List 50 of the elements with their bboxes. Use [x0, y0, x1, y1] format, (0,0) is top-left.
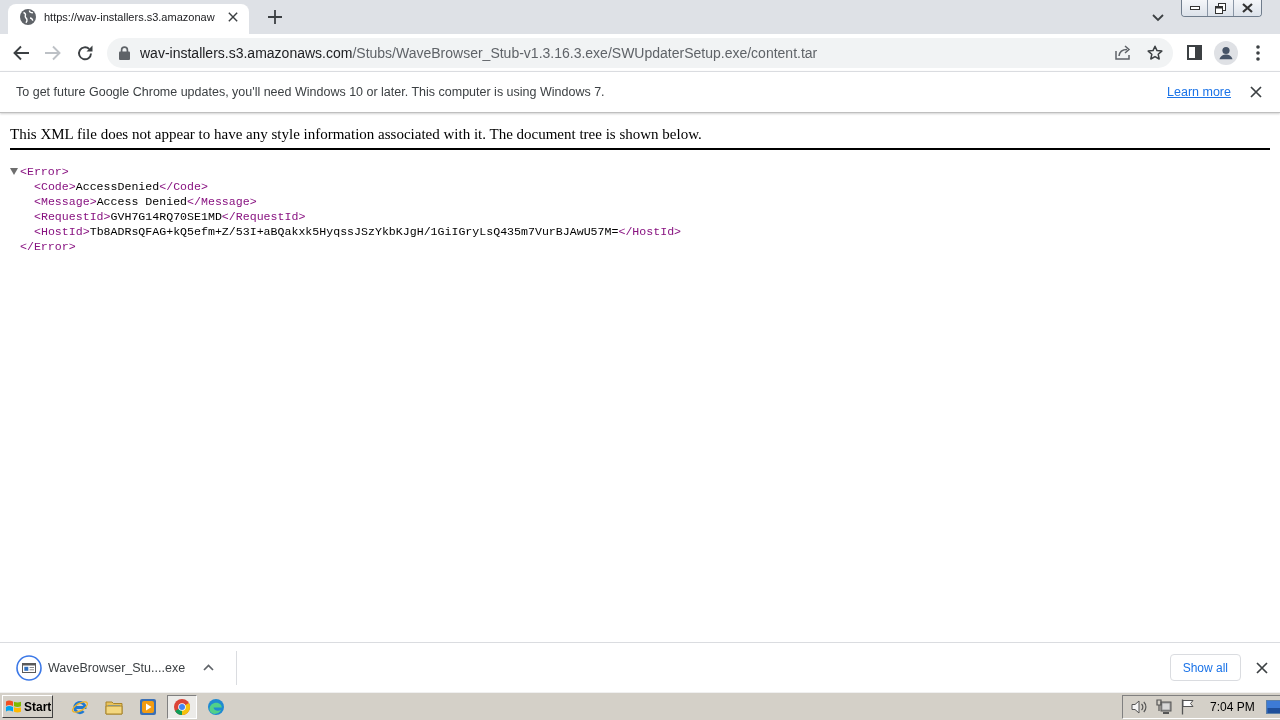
flag-icon	[1181, 698, 1195, 715]
arrow-right-icon	[45, 44, 61, 61]
learn-more-link[interactable]: Learn more	[1167, 85, 1231, 99]
edge-icon	[207, 697, 225, 716]
taskbar-button[interactable]	[167, 694, 197, 719]
arrow-left-icon	[13, 44, 29, 61]
speaker-icon	[1131, 699, 1147, 714]
side-panel-icon	[1186, 45, 1202, 60]
close-icon	[227, 12, 238, 22]
url-text: wav-installers.s3.amazonaws.com/Stubs/WaveBrowser_Stub-v1.3.16.3.exe/SWUpdaterSetup.exe/content.tar	[140, 44, 819, 61]
windows-flag-icon	[5, 699, 22, 714]
avatar-icon	[1214, 40, 1238, 65]
xml-element-line: <RequestId>GVH7G14RQ70SE1MD</RequestId>	[34, 209, 306, 224]
xml-element-line: <HostId>Tb8ADRsQFAG+kQ5efm+Z/53I+aBQakxk5HyqssJSzYkbKJgH/1GiIGryLsQ435m7VurBJAwU57M=</HostId>	[34, 224, 682, 239]
reload-icon	[77, 44, 93, 61]
lock-icon	[119, 45, 130, 60]
infobar-message: To get future Google Chrome updates, you'll need Windows 10 or later. This computer is using Windows 7.	[16, 85, 605, 99]
globe-icon	[20, 9, 36, 25]
star-icon	[1147, 44, 1163, 61]
xml-closing-tag: </Error>	[20, 239, 76, 254]
xml-element-line: <Message>Access Denied</Message>	[34, 194, 257, 209]
close-icon	[1256, 661, 1268, 674]
close-button[interactable]	[1234, 0, 1261, 16]
xml-style-notice: This XML file does not appear to have any style information associated with it. The document tree is shown below.	[10, 125, 702, 143]
close-icon	[1250, 86, 1262, 98]
profile-button[interactable]	[1212, 38, 1240, 67]
download-item[interactable]: WaveBrowser_Stu....exe	[8, 647, 228, 688]
chevron-up-icon	[202, 664, 214, 671]
play-tile-icon	[139, 697, 157, 716]
close-icon	[1242, 3, 1253, 13]
minimize-icon	[1189, 6, 1200, 10]
collapse-triangle-icon[interactable]	[10, 168, 18, 175]
restore-icon	[1215, 2, 1226, 14]
kebab-menu-icon	[1256, 44, 1260, 61]
address-field[interactable]: wav-installers.s3.amazonaws.com/Stubs/WaveBrowser_Stub-v1.3.16.3.exe/SWUpdaterSetup.exe/content.tar	[107, 37, 1173, 68]
network-icon	[1156, 698, 1172, 715]
start-button[interactable]: Start	[2, 695, 53, 718]
restore-button[interactable]	[1208, 0, 1234, 16]
plus-icon	[267, 10, 282, 24]
app-window-icon	[16, 654, 42, 681]
chevron-down-icon	[1152, 14, 1164, 22]
xml-element-line: <Code>AccessDenied</Code>	[34, 179, 208, 194]
clock-time: 7:04 PM	[1210, 699, 1255, 714]
share-icon	[1115, 45, 1131, 60]
show-desktop-icon	[1265, 699, 1280, 714]
browser-tab[interactable]: https://wav-installers.s3.amazonaw	[8, 4, 249, 34]
minimize-button[interactable]	[1182, 0, 1208, 16]
show-all-button[interactable]: Show all	[1169, 654, 1241, 681]
chrome-icon	[173, 697, 191, 716]
xml-opening-tag: <Error>	[20, 164, 69, 179]
